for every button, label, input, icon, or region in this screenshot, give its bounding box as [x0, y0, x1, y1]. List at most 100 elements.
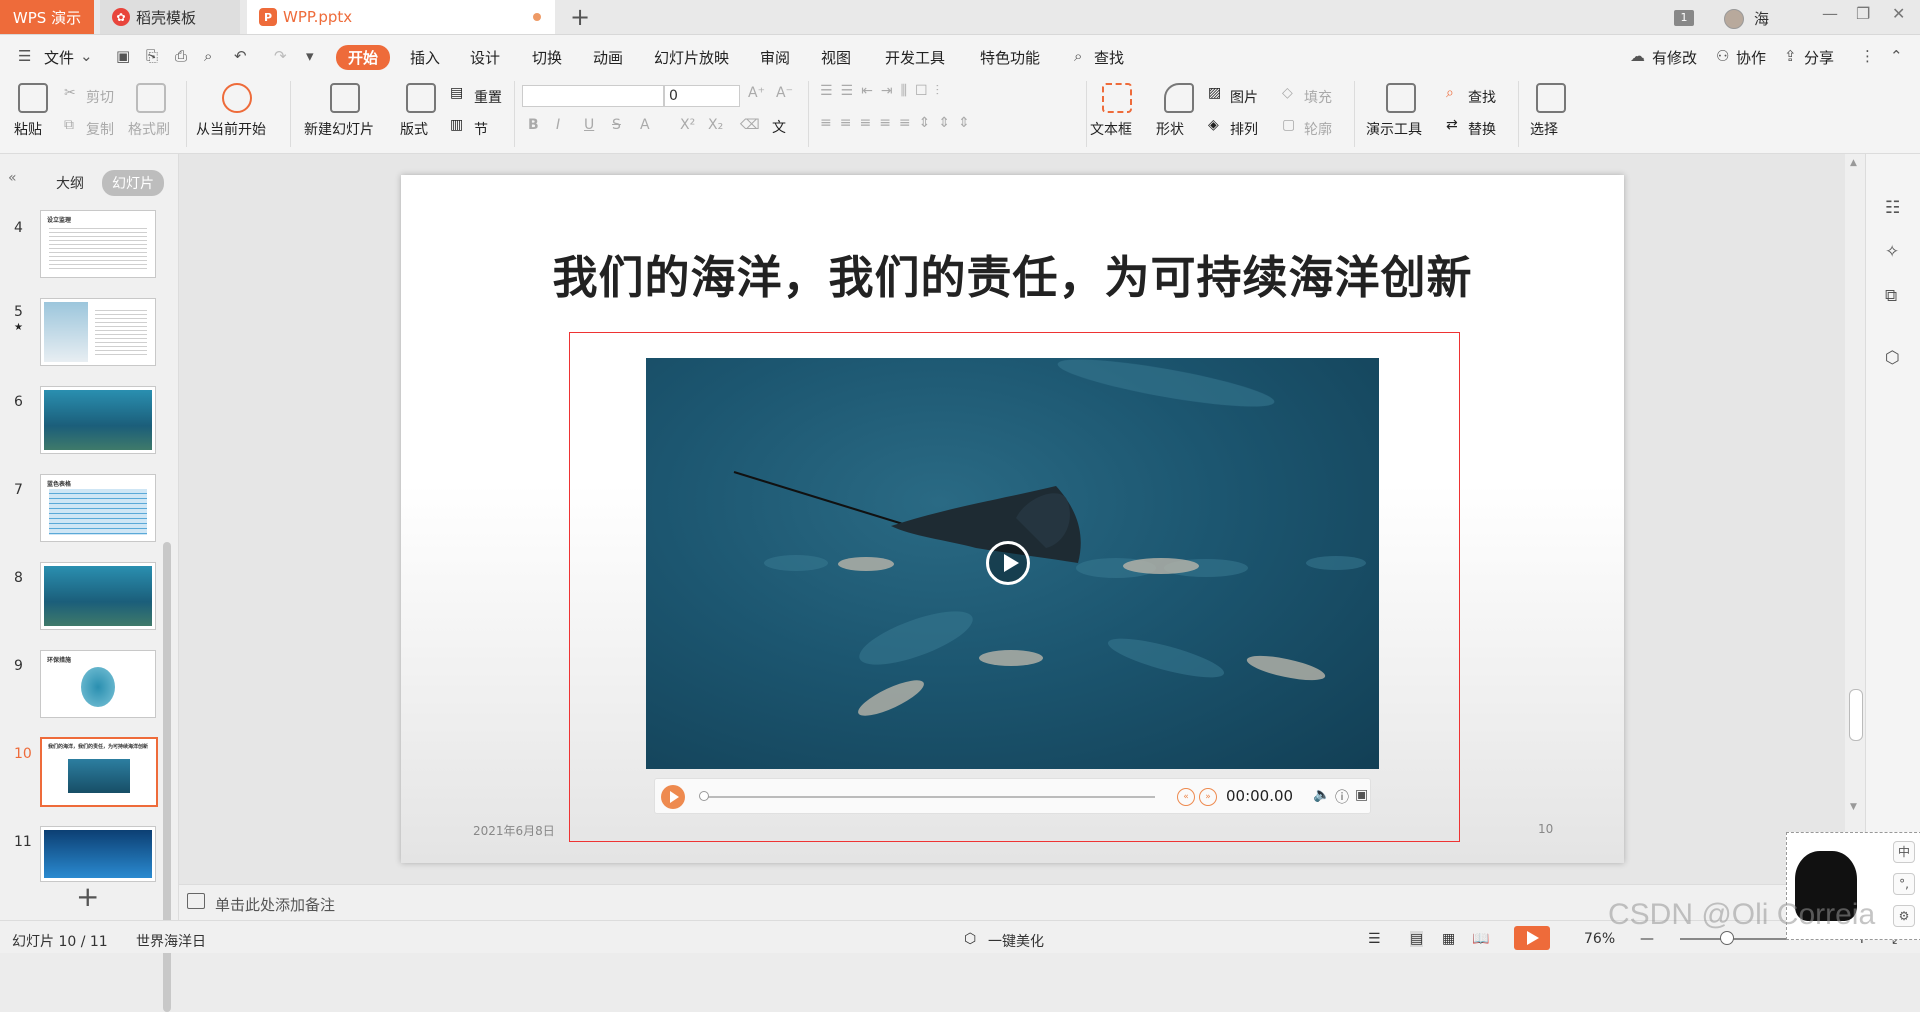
tab-transitions[interactable]: 切换: [532, 47, 562, 68]
ime-punct-toggle[interactable]: °,: [1893, 873, 1915, 895]
slideshow-play-button[interactable]: [1514, 926, 1550, 950]
print-icon[interactable]: ⎙: [175, 47, 187, 65]
export-icon[interactable]: ⎘: [146, 47, 158, 65]
layout-button[interactable]: 版式: [400, 119, 428, 139]
outline-button[interactable]: 轮廓: [1304, 119, 1332, 139]
user-name[interactable]: 海: [1754, 8, 1769, 29]
find-icon[interactable]: ⌕: [1446, 85, 1454, 101]
chinese-layout-icon[interactable]: 文: [772, 117, 786, 137]
beautify-icon[interactable]: ⬡: [964, 931, 976, 947]
share-icon[interactable]: ⇪: [1784, 47, 1797, 65]
tab-daoke-templates[interactable]: ✿ 稻壳模板: [100, 0, 240, 34]
scroll-thumb[interactable]: [1849, 689, 1863, 741]
arrange-icon[interactable]: ◈: [1208, 117, 1219, 133]
collapse-ribbon-icon[interactable]: ⌃: [1890, 47, 1903, 65]
reset-button[interactable]: 重置: [474, 87, 502, 107]
replace-button[interactable]: 替换: [1468, 119, 1496, 139]
arrange-button[interactable]: 排列: [1230, 119, 1258, 139]
slide-thumb-11[interactable]: [40, 826, 156, 882]
sorter-view-icon[interactable]: ▦: [1442, 931, 1455, 947]
customize-icon[interactable]: ▾: [306, 47, 314, 65]
changes-button[interactable]: 有修改: [1652, 47, 1697, 68]
textbox-button[interactable]: 文本框: [1090, 119, 1132, 139]
slide-thumb-6[interactable]: [40, 386, 156, 454]
scroll-down-icon[interactable]: ▼: [1850, 802, 1857, 812]
fill-icon[interactable]: ◇: [1282, 85, 1293, 101]
object-icon[interactable]: ⬡: [1885, 348, 1900, 368]
font-name-select[interactable]: [522, 85, 664, 107]
one-click-beautify[interactable]: 一键美化: [988, 931, 1044, 951]
normal-view-icon[interactable]: ▤: [1410, 931, 1424, 947]
redo-icon[interactable]: ↷: [274, 47, 287, 65]
find-button[interactable]: 查找: [1468, 87, 1496, 107]
current-slide[interactable]: 我们的海洋，我们的责任，为可持续海洋创新 « » 00:00.00 🔈 ⓘ ▣ …: [401, 175, 1624, 863]
notes-placeholder[interactable]: 单击此处添加备注: [215, 894, 335, 915]
section-button[interactable]: 节: [474, 119, 488, 139]
video-frame[interactable]: [646, 358, 1379, 769]
volume-icon[interactable]: 🔈: [1313, 787, 1330, 803]
tab-view[interactable]: 视图: [821, 47, 851, 68]
slide-thumb-10[interactable]: 我们的海洋，我们的责任，为可持续海洋创新: [40, 737, 158, 807]
select-icon[interactable]: [1536, 83, 1566, 113]
underline-icon[interactable]: U: [584, 117, 594, 133]
shape-button[interactable]: 形状: [1156, 119, 1184, 139]
collab-icon[interactable]: ⚇: [1716, 47, 1729, 65]
picture-button[interactable]: 图片: [1230, 87, 1258, 107]
section-icon[interactable]: ▥: [450, 117, 463, 133]
cloud-icon[interactable]: ☁: [1630, 47, 1645, 65]
font-color-icon[interactable]: A: [640, 117, 650, 133]
zoom-knob[interactable]: [1720, 931, 1734, 945]
play-button[interactable]: [661, 785, 685, 809]
notes-pane[interactable]: 单击此处添加备注: [179, 884, 1845, 921]
forward-icon[interactable]: »: [1199, 788, 1217, 806]
italic-icon[interactable]: I: [556, 117, 560, 133]
tab-outline[interactable]: 大纲: [46, 170, 94, 196]
format-painter-icon[interactable]: [136, 83, 166, 113]
minimize-icon[interactable]: —: [1822, 4, 1838, 23]
paste-icon[interactable]: [18, 83, 48, 113]
tab-home[interactable]: 开始: [336, 45, 391, 70]
tab-wpp-document[interactable]: P WPP.pptx: [247, 0, 555, 34]
font-size-select[interactable]: 0: [664, 85, 740, 107]
cut-button[interactable]: 剪切: [86, 87, 114, 107]
search-command[interactable]: 查找: [1094, 47, 1124, 68]
tab-design[interactable]: 设计: [470, 47, 500, 68]
textbox-icon[interactable]: [1102, 83, 1132, 113]
cut-icon[interactable]: ✂: [64, 85, 76, 101]
present-tools-icon[interactable]: [1386, 83, 1416, 113]
slide-title[interactable]: 我们的海洋，我们的责任，为可持续海洋创新: [401, 241, 1624, 306]
chevron-down-icon[interactable]: ⌄: [80, 47, 93, 65]
tab-insert[interactable]: 插入: [410, 47, 440, 68]
save-icon[interactable]: ▣: [116, 47, 130, 65]
print-preview-icon[interactable]: ⌕: [204, 47, 212, 65]
tab-developer[interactable]: 开发工具: [885, 47, 945, 68]
copy-icon[interactable]: ⧉: [64, 117, 74, 133]
select-button[interactable]: 选择: [1530, 119, 1558, 139]
canvas-scrollbar[interactable]: ▲ ▼: [1845, 154, 1865, 884]
shrink-font-icon[interactable]: A⁻: [776, 85, 793, 101]
properties-icon[interactable]: ☷: [1885, 198, 1900, 218]
outline-icon[interactable]: ▢: [1282, 117, 1295, 133]
theme-name[interactable]: 世界海洋日: [136, 931, 206, 951]
add-tab-button[interactable]: +: [570, 3, 590, 31]
tab-special-features[interactable]: 特色功能: [980, 47, 1040, 68]
hamburger-icon[interactable]: ☰: [18, 47, 31, 65]
collab-button[interactable]: 协作: [1736, 47, 1766, 68]
app-tab[interactable]: WPS 演示: [0, 0, 94, 34]
copy-button[interactable]: 复制: [86, 119, 114, 139]
tab-animation[interactable]: 动画: [593, 47, 623, 68]
tab-slideshow[interactable]: 幻灯片放映: [654, 47, 729, 68]
zoom-level[interactable]: 76%: [1584, 931, 1615, 947]
progress-knob[interactable]: [699, 791, 709, 801]
notes-toggle-icon[interactable]: ☰: [1368, 931, 1381, 947]
clear-format-icon[interactable]: ⌫: [740, 117, 760, 133]
zoom-out-icon[interactable]: —: [1640, 931, 1654, 947]
reset-icon[interactable]: ▤: [450, 85, 463, 101]
new-slide-button[interactable]: 新建幻灯片: [304, 119, 374, 139]
menu-file[interactable]: 文件: [44, 47, 74, 68]
layout-icon[interactable]: [406, 83, 436, 113]
animation-icon[interactable]: ✧: [1885, 242, 1899, 262]
avatar[interactable]: [1724, 9, 1744, 29]
tab-slides[interactable]: 幻灯片: [102, 170, 164, 196]
superscript-icon[interactable]: X²: [680, 117, 695, 133]
